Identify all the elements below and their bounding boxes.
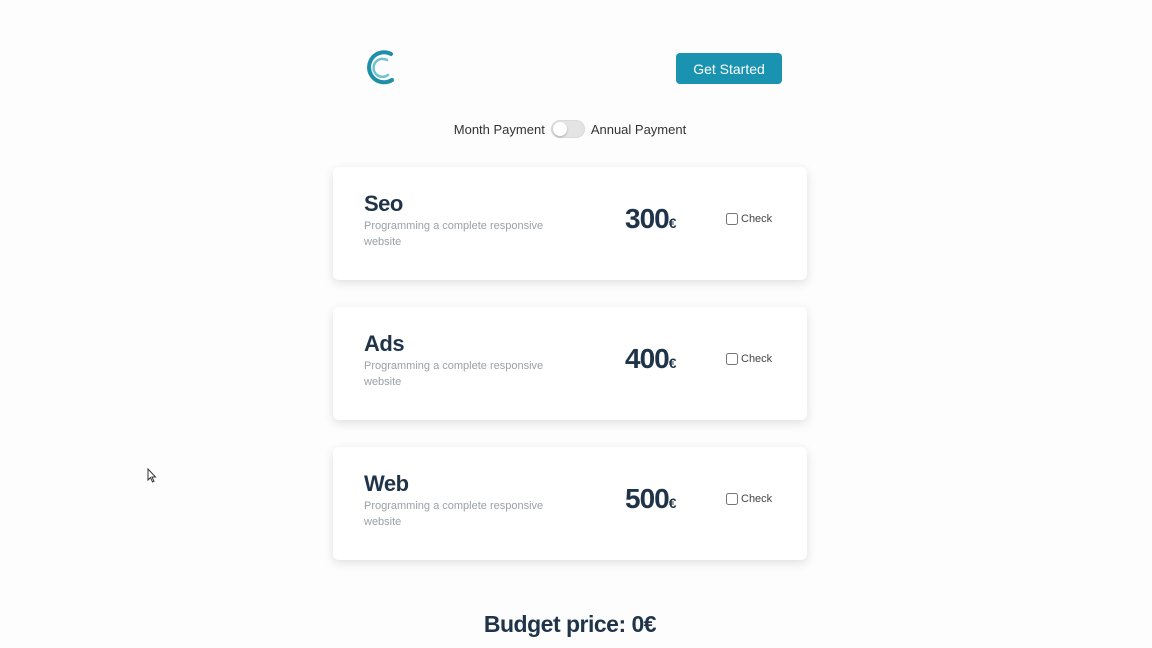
check-label: Check xyxy=(741,213,773,225)
month-payment-label: Month Payment xyxy=(453,121,545,137)
service-check[interactable]: Check xyxy=(726,353,772,365)
price-currency: € xyxy=(668,355,677,371)
service-price: 500€ xyxy=(625,483,676,515)
service-checkbox[interactable] xyxy=(726,493,738,505)
budget-price: Budget price: 0€ xyxy=(483,611,657,637)
check-label: Check xyxy=(741,493,773,505)
price-amount: 500 xyxy=(625,483,670,514)
service-card-web: Web Programming a complete responsive we… xyxy=(333,447,807,560)
billing-period-switch[interactable] xyxy=(550,120,585,138)
price-amount: 300 xyxy=(625,203,670,234)
service-price: 400€ xyxy=(625,343,676,375)
service-check[interactable]: Check xyxy=(726,213,772,225)
service-check[interactable]: Check xyxy=(726,493,772,505)
billing-toggle-row: Month Payment Annual Payment xyxy=(0,120,1140,138)
service-card-seo: Seo Programming a complete responsive we… xyxy=(333,167,807,280)
switch-knob xyxy=(552,122,567,136)
service-title: Seo xyxy=(364,191,403,216)
service-description: Programming a complete responsive websit… xyxy=(364,360,544,388)
price-currency: € xyxy=(668,215,677,231)
service-checkbox[interactable] xyxy=(726,213,738,225)
service-checkbox[interactable] xyxy=(726,353,738,365)
service-title: Web xyxy=(364,471,409,496)
service-title: Ads xyxy=(364,331,405,356)
get-started-button[interactable]: Get Started xyxy=(676,53,782,84)
check-label: Check xyxy=(741,353,773,365)
service-price: 300€ xyxy=(625,203,676,235)
service-description: Programming a complete responsive websit… xyxy=(364,500,544,528)
c-logo-icon[interactable] xyxy=(361,46,399,90)
annual-payment-label: Annual Payment xyxy=(590,121,687,137)
mouse-cursor-icon xyxy=(147,467,157,483)
service-description: Programming a complete responsive websit… xyxy=(364,220,544,248)
price-amount: 400 xyxy=(625,343,670,374)
price-currency: € xyxy=(668,495,677,511)
service-card-ads: Ads Programming a complete responsive we… xyxy=(333,307,807,420)
